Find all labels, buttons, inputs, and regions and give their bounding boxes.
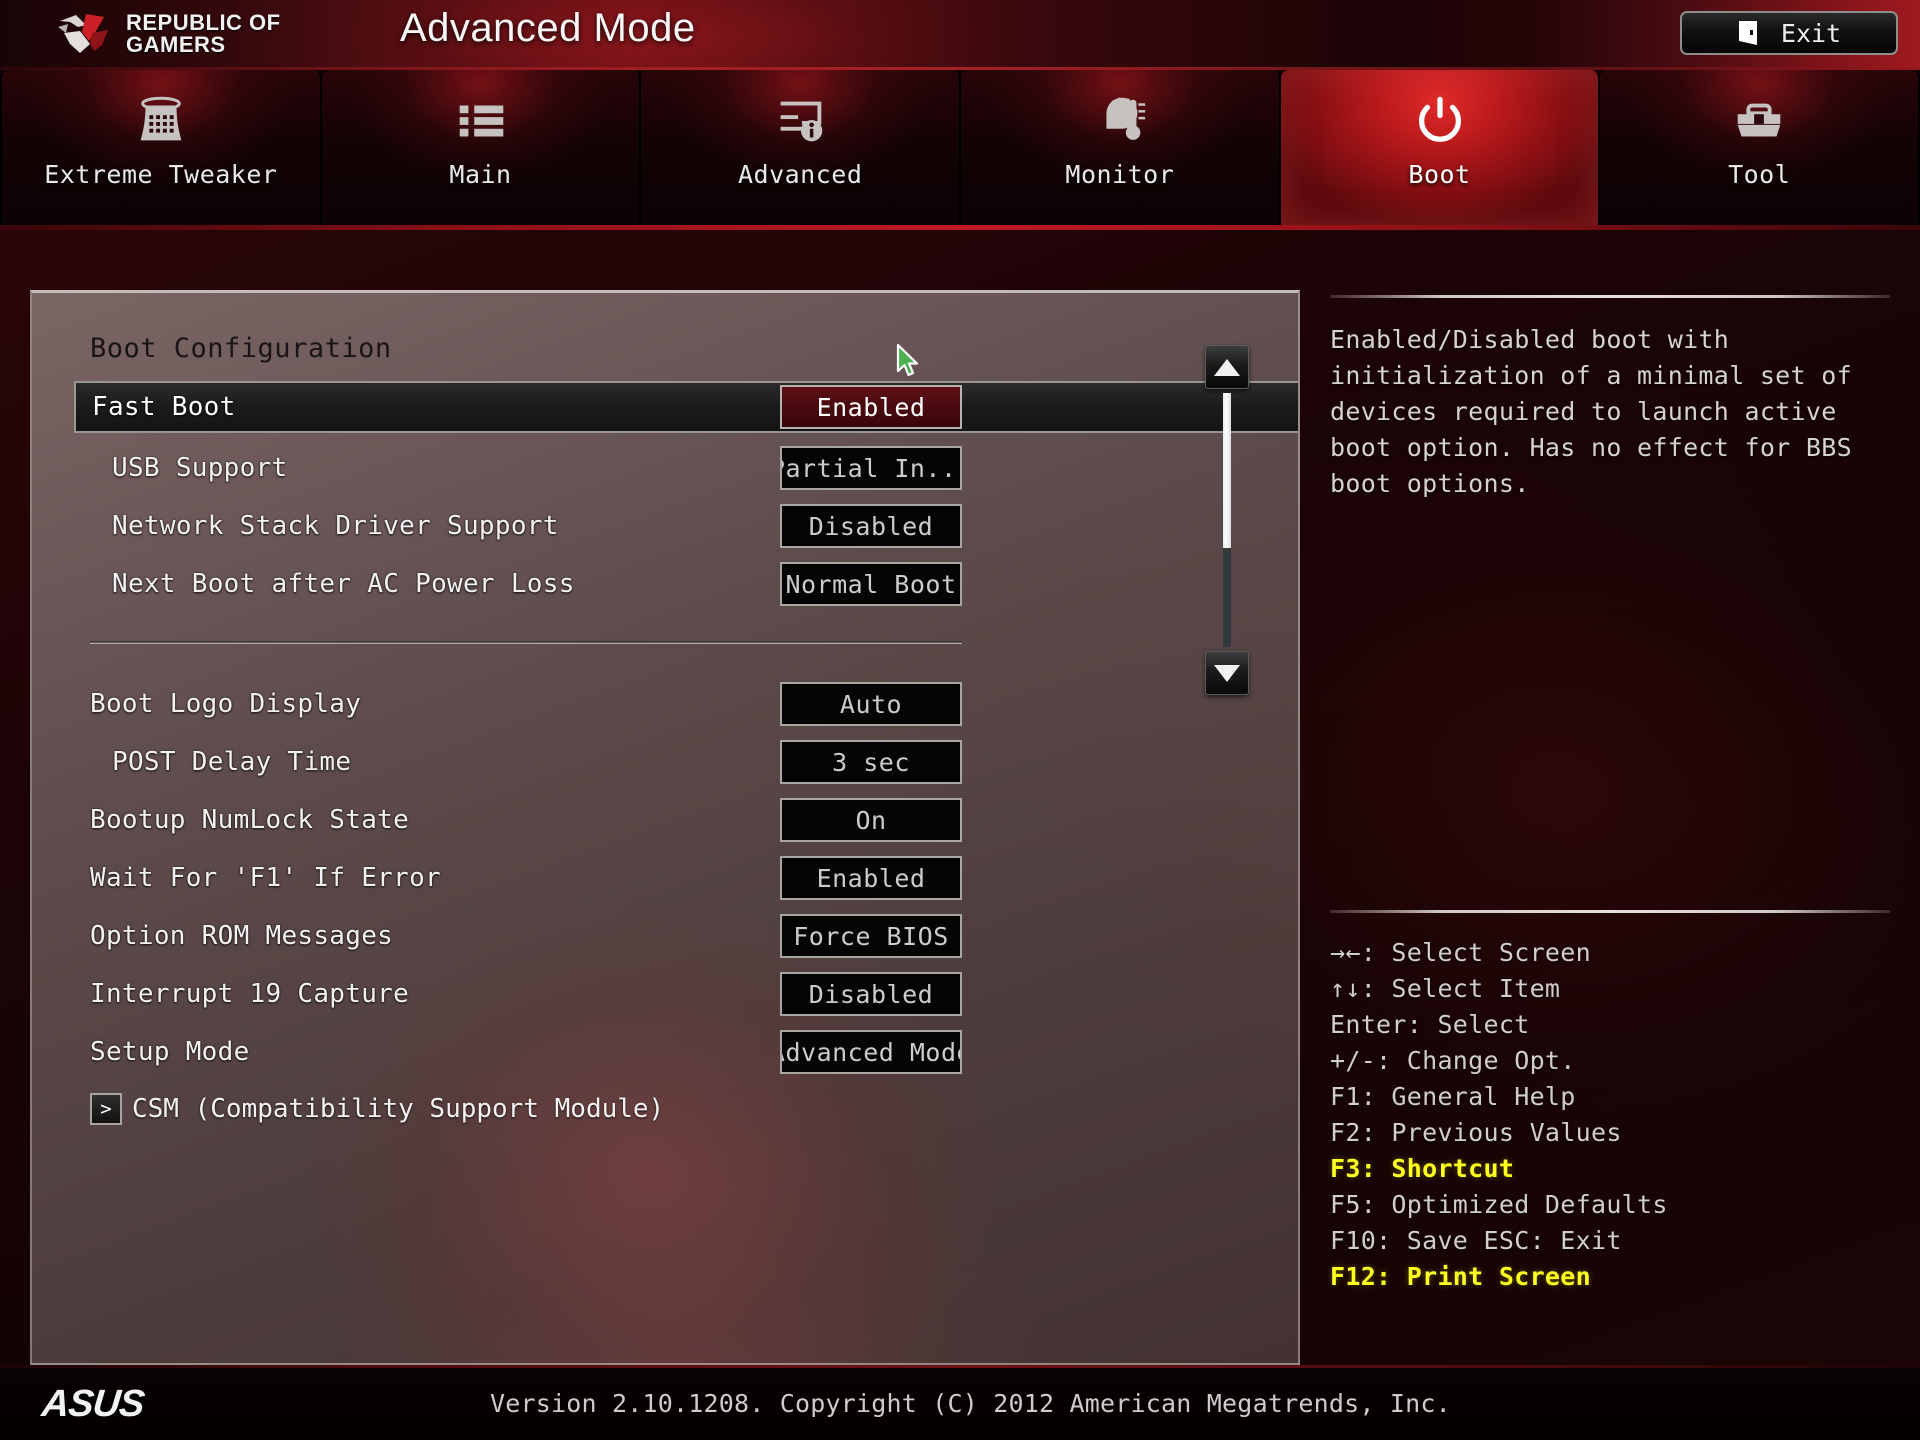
key-legend-line: F10: Save ESC: Exit xyxy=(1330,1226,1622,1255)
key-legend-line: F1: General Help xyxy=(1330,1082,1576,1111)
rog-brand-line1: REPUBLIC OF xyxy=(126,10,281,35)
scrollbar-track[interactable] xyxy=(1223,393,1231,647)
key-legend-line: Enter: Select xyxy=(1330,1010,1530,1039)
setting-label: Interrupt 19 Capture xyxy=(90,979,410,1009)
nav-tab-label: Tool xyxy=(1728,160,1791,189)
setting-row[interactable]: Setup Mode Advanced Mode xyxy=(32,1023,1298,1081)
main-navigation-tabs: Extreme Tweaker Main Advanced Monitor Boot To… xyxy=(0,70,1920,230)
key-legend-line: F3: Shortcut xyxy=(1330,1154,1515,1183)
help-panel-divider xyxy=(1330,295,1890,298)
rog-brand-line2: GAMERS xyxy=(126,32,226,57)
setting-label: Wait For 'F1' If Error xyxy=(90,863,441,893)
setting-label: Bootup NumLock State xyxy=(90,805,410,835)
overclock-tower-icon xyxy=(140,96,182,141)
setting-row[interactable]: Network Stack Driver Support Disabled xyxy=(32,497,1298,555)
overclock-tower-icon xyxy=(130,88,192,154)
nav-tab-monitor[interactable]: Monitor xyxy=(961,70,1281,230)
key-legend-line: ↑↓: Select Item xyxy=(1330,974,1561,1003)
scroll-up-arrow-icon[interactable] xyxy=(1205,345,1249,389)
setting-value[interactable]: Force BIOS xyxy=(780,914,962,958)
submenu-chevron-right-icon: > xyxy=(90,1093,122,1125)
setting-value[interactable]: Enabled xyxy=(780,385,962,429)
settings-panel: Boot Configuration Fast Boot Enabled USB S… xyxy=(30,290,1300,1365)
setting-value[interactable]: 3 sec xyxy=(780,740,962,784)
list-icon xyxy=(459,105,503,137)
scroll-down-arrow-icon[interactable] xyxy=(1205,651,1249,695)
nav-tab-main[interactable]: Main xyxy=(321,70,642,230)
csm-submenu-item[interactable]: > CSM (Compatibility Support Module) xyxy=(90,1093,664,1125)
section-divider xyxy=(90,641,962,644)
gauge-thermometer-icon xyxy=(1089,88,1151,154)
setting-label: Next Boot after AC Power Loss xyxy=(112,569,575,599)
setting-value[interactable]: Advanced Mode xyxy=(780,1030,962,1074)
gauge-thermometer-icon xyxy=(1106,97,1146,140)
key-legend-line: F5: Optimized Defaults xyxy=(1330,1190,1668,1219)
setting-row[interactable]: USB Support Partial In... xyxy=(32,439,1298,497)
nav-tab-extreme-tweaker[interactable]: Extreme Tweaker xyxy=(0,70,322,230)
nav-tab-label: Extreme Tweaker xyxy=(44,160,278,189)
key-legend-line: +/-: Change Opt. xyxy=(1330,1046,1576,1075)
rog-eye-logo-icon xyxy=(58,14,108,53)
setting-label: POST Delay Time xyxy=(112,747,352,777)
setting-row[interactable]: Next Boot after AC Power Loss Normal Boot xyxy=(32,555,1298,613)
setting-value[interactable]: Normal Boot xyxy=(780,562,962,606)
setting-row[interactable]: Wait For 'F1' If Error Enabled xyxy=(32,849,1298,907)
footer-bar: ASUS Version 2.10.1208. Copyright (C) 20… xyxy=(0,1365,1920,1440)
power-icon xyxy=(1418,96,1461,142)
setting-label: Boot Logo Display xyxy=(90,689,362,719)
key-legend-line: F2: Previous Values xyxy=(1330,1118,1622,1147)
key-legend-panel: →←: Select Screen ↑↓: Select Item Enter: S… xyxy=(1330,910,1890,1295)
setting-value[interactable]: On xyxy=(780,798,962,842)
setting-label: Setup Mode xyxy=(90,1037,250,1067)
exit-door-icon xyxy=(1738,21,1757,45)
csm-submenu-label: CSM (Compatibility Support Module) xyxy=(132,1094,665,1124)
monitor-info-icon xyxy=(780,101,823,142)
help-description-text: Enabled/Disabled boot with initializatio… xyxy=(1330,325,1852,498)
setting-label: Option ROM Messages xyxy=(90,921,394,951)
scrollbar-thumb[interactable] xyxy=(1223,393,1231,548)
key-legend-line: F12: Print Screen xyxy=(1330,1262,1591,1291)
nav-tab-advanced[interactable]: Advanced xyxy=(641,70,962,230)
help-panel: Enabled/Disabled boot with initializatio… xyxy=(1330,295,1890,502)
nav-tab-tool[interactable]: Tool xyxy=(1600,70,1920,230)
setting-value[interactable]: Auto xyxy=(780,682,962,726)
setting-row[interactable]: POST Delay Time 3 sec xyxy=(32,733,1298,791)
power-icon xyxy=(1409,88,1471,154)
asus-logo: ASUS xyxy=(39,1383,146,1425)
setting-row[interactable]: Option ROM Messages Force BIOS xyxy=(32,907,1298,965)
setting-row[interactable]: Interrupt 19 Capture Disabled xyxy=(32,965,1298,1023)
key-legend-list: →←: Select Screen ↑↓: Select Item Enter: S… xyxy=(1330,935,1890,1295)
section-heading: Boot Configuration xyxy=(90,333,392,364)
exit-button-label: Exit xyxy=(1780,18,1842,48)
setting-row[interactable]: Fast Boot Enabled xyxy=(74,381,1298,433)
key-legend-divider xyxy=(1330,910,1890,913)
rog-wordmark: REPUBLIC OF GAMERS xyxy=(126,12,281,56)
setting-value[interactable]: Disabled xyxy=(780,504,962,548)
setting-row[interactable]: Boot Logo Display Auto xyxy=(32,675,1298,733)
nav-tab-label: Advanced xyxy=(737,160,863,189)
setting-label: Fast Boot xyxy=(92,392,236,422)
nav-tab-boot[interactable]: Boot xyxy=(1280,70,1601,230)
header-bar: REPUBLIC OF GAMERS Advanced Mode Exit xyxy=(0,0,1920,70)
list-icon xyxy=(450,88,512,154)
setting-value[interactable]: Enabled xyxy=(780,856,962,900)
settings-scrollbar[interactable] xyxy=(1205,345,1249,695)
nav-tab-label: Boot xyxy=(1408,160,1471,189)
setting-label: Network Stack Driver Support xyxy=(112,511,559,541)
setting-label: USB Support xyxy=(112,453,288,483)
key-legend-line: →←: Select Screen xyxy=(1330,938,1591,967)
setting-row[interactable]: Bootup NumLock State On xyxy=(32,791,1298,849)
nav-tab-label: Monitor xyxy=(1065,160,1175,189)
monitor-info-icon xyxy=(769,88,831,154)
page-title: Advanced Mode xyxy=(400,6,696,50)
setting-value[interactable]: Partial In... xyxy=(780,446,962,490)
toolbox-icon xyxy=(1728,88,1790,154)
rog-logo: REPUBLIC OF GAMERS xyxy=(56,8,336,60)
exit-button[interactable]: Exit xyxy=(1680,11,1898,55)
setting-value[interactable]: Disabled xyxy=(780,972,962,1016)
nav-tab-label: Main xyxy=(449,160,512,189)
toolbox-icon xyxy=(1737,103,1781,137)
bios-screen: REPUBLIC OF GAMERS Advanced Mode Exit Ex… xyxy=(0,0,1920,1440)
bios-version-text: Version 2.10.1208. Copyright (C) 2012 Am… xyxy=(490,1389,1451,1418)
